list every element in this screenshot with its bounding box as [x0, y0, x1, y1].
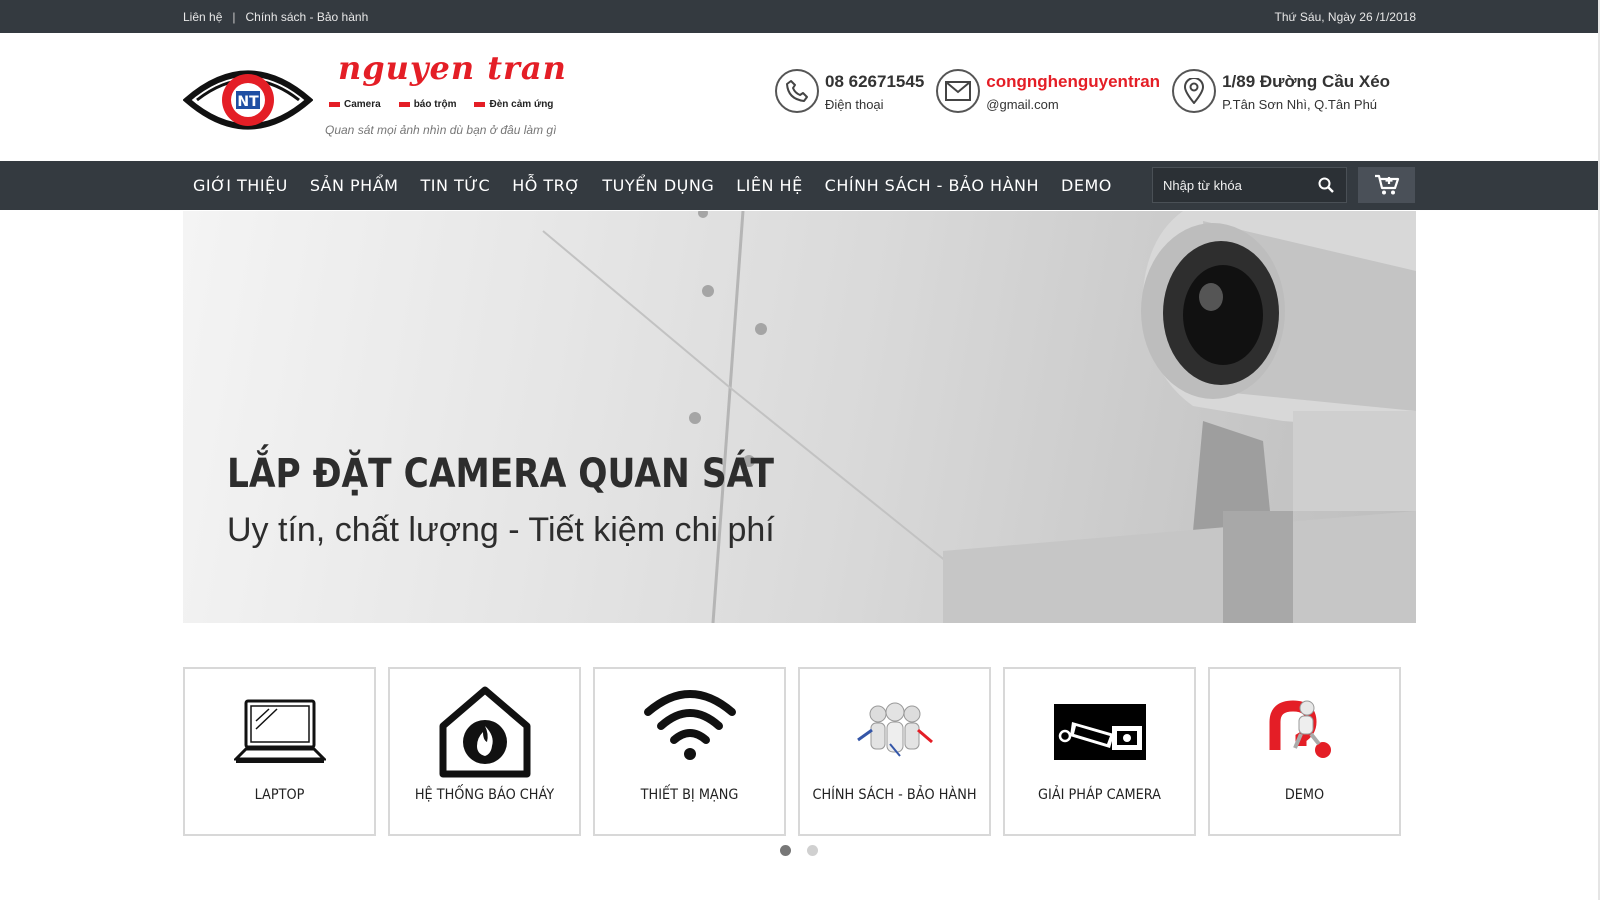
eye-logo-icon: NT [183, 70, 313, 130]
nav-item-careers[interactable]: TUYỂN DỤNG [602, 176, 714, 195]
category-label: THIẾT BỊ MẠNG [640, 787, 739, 803]
nav-item-contact[interactable]: LIÊN HỆ [736, 176, 802, 195]
phone-number: 08 62671545 [825, 71, 925, 91]
cart-button[interactable] [1358, 167, 1415, 203]
category-card-fire-alarm[interactable]: HỆ THỐNG BÁO CHÁY [388, 667, 581, 836]
logo-slogan: Quan sát mọi ảnh nhìn dù bạn ở đâu làm g… [325, 123, 557, 137]
category-card-camera-solution[interactable]: GIẢI PHÁP CAMERA [1003, 667, 1196, 836]
category-card-laptop[interactable]: LAPTOP [183, 667, 376, 836]
hero-banner[interactable]: LẮP ĐẶT CAMERA QUAN SÁT Uy tín, chất lượ… [183, 211, 1416, 623]
nav-item-news[interactable]: TIN TỨC [420, 176, 490, 195]
category-label: DEMO [1284, 787, 1325, 803]
search-input[interactable] [1153, 176, 1315, 194]
phone-label: Điện thoại [825, 96, 884, 112]
search-icon[interactable] [1318, 177, 1334, 198]
carousel-pagination [780, 845, 818, 856]
nav-item-warranty-policy[interactable]: CHÍNH SÁCH - BẢO HÀNH [825, 176, 1039, 195]
category-card-warranty[interactable]: CHÍNH SÁCH - BẢO HÀNH [798, 667, 991, 836]
mail-icon [936, 69, 981, 113]
wifi-icon [595, 675, 784, 773]
laptop-icon [185, 683, 374, 781]
fire-alarm-house-icon [390, 683, 579, 781]
team-figures-icon [800, 683, 989, 781]
svg-text:NT: NT [237, 94, 259, 110]
contact-address[interactable]: 1/89 Đường Cầu Xéo P.Tân Sơn Nhì, Q.Tân … [1172, 69, 1390, 113]
cctv-camera-icon [1005, 683, 1194, 781]
brand-name: nguyen tran [338, 49, 567, 87]
category-card-demo[interactable]: DEMO [1208, 667, 1401, 836]
nav-item-support[interactable]: HỖ TRỢ [512, 176, 580, 195]
top-link-contact[interactable]: Liên hệ [183, 10, 222, 24]
carousel-dot[interactable] [780, 845, 791, 856]
current-date: Thứ Sáu, Ngày 26 /1/2018 [1274, 9, 1416, 24]
top-bar: Liên hệ | Chính sách - Bảo hành Thứ Sáu,… [0, 0, 1598, 33]
top-links-divider: | [232, 9, 236, 24]
contact-info: 08 62671545 Điện thoại congnghenguyentra… [775, 69, 1402, 113]
logo-tags: Camera báo trộm Đèn cảm ứng [329, 99, 553, 110]
nav-item-about[interactable]: GIỚI THIỆU [193, 176, 288, 195]
logo-tag: Đèn cảm ứng [474, 99, 553, 110]
contact-phone[interactable]: 08 62671545 Điện thoại [775, 69, 924, 113]
email-user: congnghenguyentran [986, 71, 1161, 91]
category-label: LAPTOP [254, 787, 305, 803]
top-links: Liên hệ | Chính sách - Bảo hành [183, 10, 368, 24]
search-box [1152, 167, 1347, 203]
category-carousel: LAPTOP HỆ THỐNG BÁO CHÁY THIẾT BỊ MẠNG C… [183, 667, 1401, 836]
category-label: HỆ THỐNG BÁO CHÁY [414, 787, 555, 803]
address-street: 1/89 Đường Cầu Xéo [1222, 71, 1391, 91]
category-card-network[interactable]: THIẾT BỊ MẠNG [593, 667, 786, 836]
location-pin-icon [1172, 69, 1217, 113]
phone-icon [775, 69, 819, 113]
logo-tag: Camera [329, 99, 381, 110]
nav-item-demo[interactable]: DEMO [1061, 176, 1112, 195]
category-label: GIẢI PHÁP CAMERA [1038, 787, 1161, 803]
top-link-warranty-policy[interactable]: Chính sách - Bảo hành [246, 10, 369, 24]
address-ward: P.Tân Sơn Nhì, Q.Tân Phú [1222, 96, 1378, 112]
carousel-dot[interactable] [807, 845, 818, 856]
main-menu: GIỚI THIỆU SẢN PHẨM TIN TỨC HỖ TRỢ TUYỂN… [183, 176, 1134, 195]
nav-item-products[interactable]: SẢN PHẨM [310, 176, 399, 195]
category-label: CHÍNH SÁCH - BẢO HÀNH [812, 787, 977, 803]
contact-email[interactable]: congnghenguyentran @gmail.com [936, 69, 1160, 113]
banner-subheadline: Uy tín, chất lượng - Tiết kiệm chi phí [227, 511, 775, 549]
email-domain: @gmail.com [986, 96, 1059, 112]
question-mark-figure-icon [1210, 683, 1399, 781]
main-nav: GIỚI THIỆU SẢN PHẨM TIN TỨC HỖ TRỢ TUYỂN… [0, 161, 1598, 210]
banner-headline: LẮP ĐẶT CAMERA QUAN SÁT [227, 451, 775, 497]
logo-tag: báo trộm [398, 99, 456, 110]
cart-icon [1374, 174, 1399, 195]
header: NT nguyen tran Camera báo trộm Đèn cảm ứ… [0, 33, 1598, 161]
cctv-camera-illustration [542, 211, 1416, 623]
site-logo[interactable]: NT nguyen tran Camera báo trộm Đèn cảm ứ… [183, 49, 593, 146]
